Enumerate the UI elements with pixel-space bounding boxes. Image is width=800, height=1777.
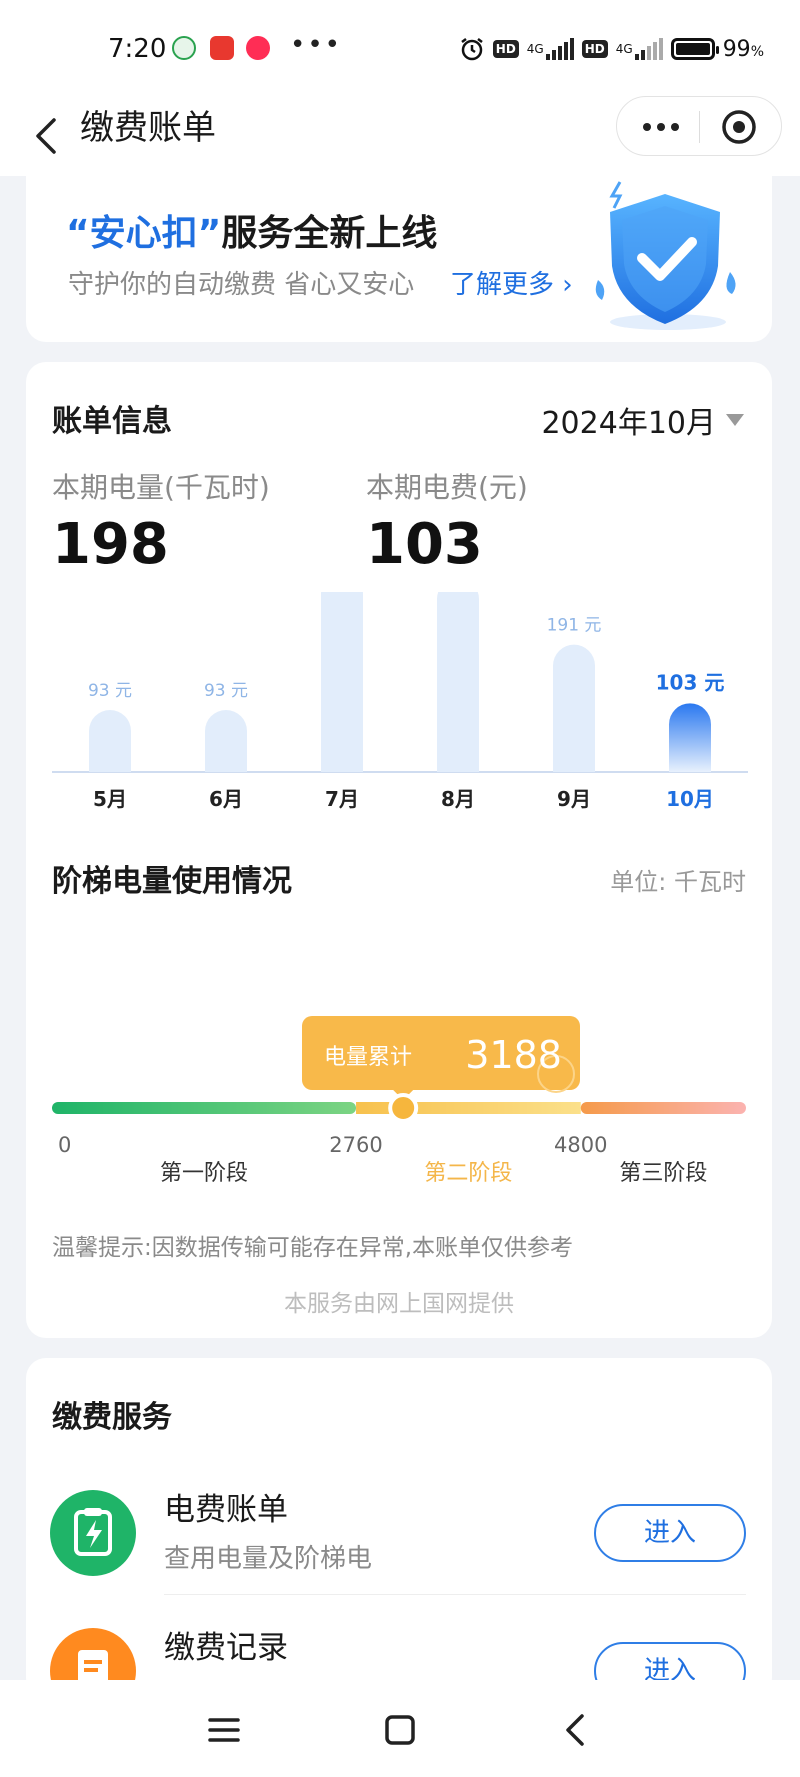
menu-icon[interactable] [202,1708,246,1752]
page-title: 缴费账单 [80,108,216,148]
category-label: 6月 [209,787,243,811]
alarm-icon [461,38,483,61]
learn-more-link[interactable]: 了解更多 › [450,264,573,301]
fee-value: 103 [366,512,483,577]
category-label: 9月 [557,787,591,811]
cumulative-value: 3188 [465,1033,562,1077]
bar-value-label: 103 元 [656,670,725,694]
bill-lightning-icon [50,1490,136,1576]
usage-label: 本期电量(千瓦时) [52,471,270,504]
status-time: 7:20 [108,34,167,64]
home-square-icon[interactable] [378,1708,422,1752]
dropdown-triangle-icon [726,414,744,426]
category-label: 7月 [325,787,359,811]
miniapp-capsule [616,96,782,156]
tier-stage-label: 第三阶段 [619,1161,707,1186]
tier-boundary-label: 0 [58,1133,71,1157]
chart-bar [669,703,711,772]
network-label-2: 4G [615,42,633,56]
chart-bar [89,710,131,772]
hd-badge-1: HD [492,40,519,58]
close-miniapp-icon[interactable] [721,109,757,145]
category-label: 10月 [666,787,714,811]
back-arrow-icon[interactable] [22,110,74,162]
promo-title: “安心扣”服务全新上线 [66,213,438,254]
tier-unit: 单位: 千瓦时 [610,868,746,896]
service-title: 电费账单 [164,1492,288,1528]
chart-bar [437,592,479,772]
bar-value-label: 191 元 [547,616,602,636]
chart-bar [553,644,595,772]
tier-marker [388,1093,419,1123]
payment-services-card: 缴费服务 电费账单 查用电量及阶梯电 进入 缴费记录 进入 [26,1358,772,1714]
tier-stage-label: 第二阶段 [424,1161,512,1186]
cumulative-label: 电量累计 [324,1045,412,1070]
bill-info-card: 账单信息 2024年10月 本期电量(千瓦时) 198 本期电费(元) 103 … [26,362,772,1338]
shield-check-icon [595,181,736,330]
more-notifications-icon: ••• [290,30,343,60]
tier-stage-label: 第一阶段 [160,1161,248,1186]
monthly-fee-chart: 93 元5月93 元6月298 元7月291 元8月191 元9月103 元10… [52,592,748,812]
battery-level: 99% [722,36,764,62]
promo-subtitle: 守护你的自动缴费 省心又安心 [68,270,415,300]
enter-button[interactable]: 进入 [594,1504,746,1562]
chart-bar [321,592,363,772]
promo-banner[interactable]: “安心扣”服务全新上线 守护你的自动缴费 省心又安心 了解更多 › [26,176,772,342]
bar-value-label: 93 元 [88,681,132,701]
tier-boundary-label: 2760 [329,1133,382,1157]
tier-boundary-label: 4800 [554,1133,607,1157]
status-bar: 7:20 ••• HD 4G HD 4G 99% [0,0,800,96]
service-item-bill[interactable]: 电费账单 查用电量及阶梯电 进入 [26,1470,772,1606]
month-selector[interactable]: 2024年10月 [541,398,744,442]
status-right-group: HD 4G HD 4G 99% [459,36,764,62]
back-triangle-icon[interactable] [554,1708,598,1752]
tier-segment [52,1102,357,1114]
service-title: 缴费记录 [164,1630,288,1666]
battery-icon [670,38,719,60]
category-label: 8月 [441,787,475,811]
hd-badge-2: HD [581,40,608,58]
chart-bar [205,710,247,772]
fee-label: 本期电费(元) [366,471,528,504]
bill-section-title: 账单信息 [52,404,172,439]
bar-value-label: 93 元 [204,681,248,701]
red-packet-icon [210,36,234,60]
tier-segment [580,1102,746,1114]
more-options-icon[interactable] [639,113,683,141]
system-nav-bar [0,1680,800,1777]
signal-icon-1 [545,38,574,60]
video-app-icon [246,36,270,60]
wechat-pay-icon [172,36,196,60]
network-label-1: 4G [526,42,544,56]
capsule-divider [699,111,700,143]
tier-progress: 0 2760 4800 第一阶段 第二阶段 第三阶段 电量累计 3188 [26,992,772,1192]
category-label: 5月 [93,787,127,811]
usage-value: 198 [52,512,169,577]
signal-icon-2 [634,38,663,60]
service-subtitle: 查用电量及阶梯电 [164,1544,373,1574]
services-section-title: 缴费服务 [52,1400,172,1435]
service-provider-note: 本服务由网上国网提供 [284,1291,514,1317]
tier-section-title: 阶梯电量使用情况 [52,864,292,899]
service-divider [164,1594,746,1595]
warm-tip: 温馨提示:因数据传输可能存在异常,本账单仅供参考 [52,1235,574,1261]
